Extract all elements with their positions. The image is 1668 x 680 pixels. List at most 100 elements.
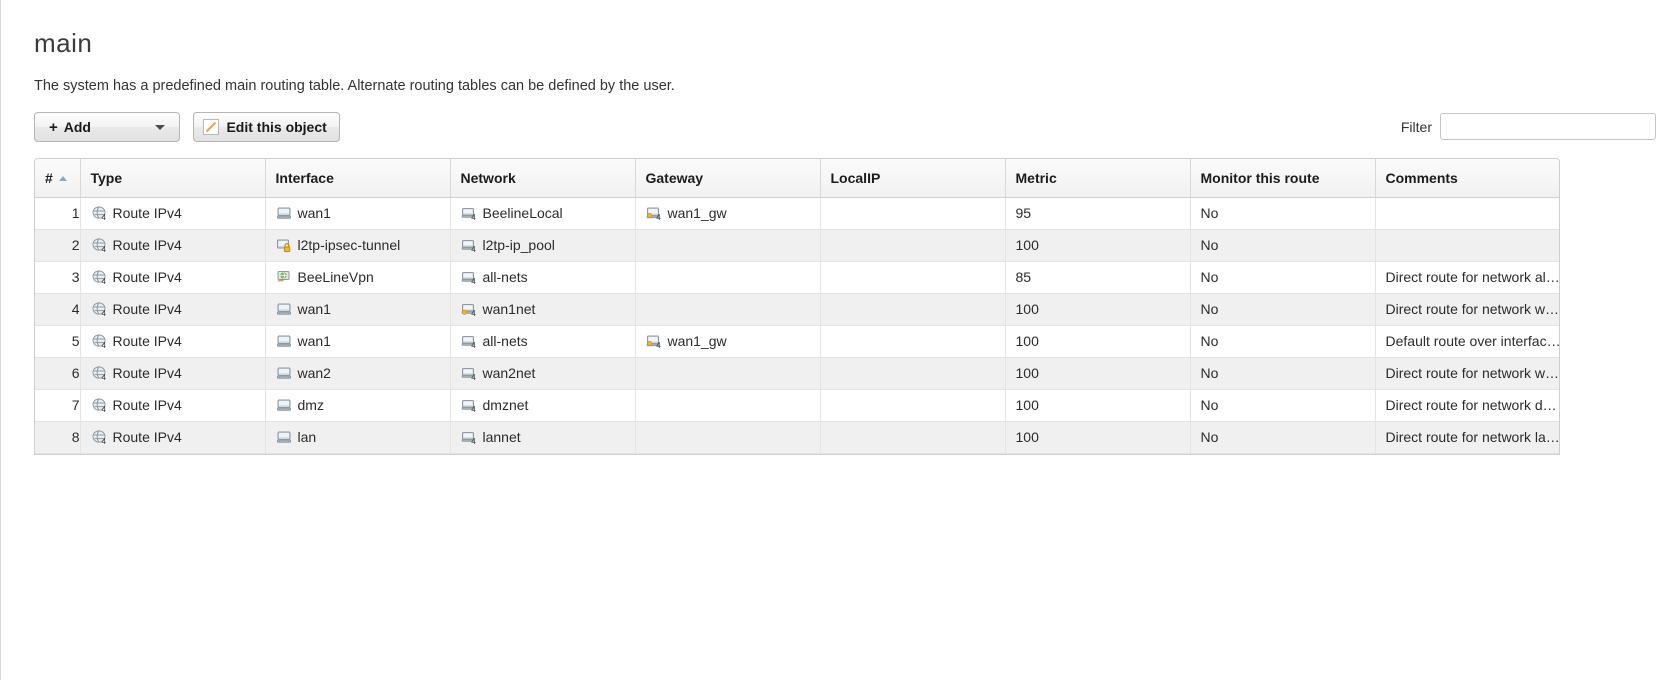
table-row[interactable]: 8 Route IPv4 lan lannet 100 No Direct route fo… (35, 421, 1559, 454)
cell-num: 6 (35, 357, 81, 390)
gateway-host-icon (646, 334, 663, 351)
cell-monitor: No (1190, 421, 1376, 454)
cell-metric-text: 100 (1015, 365, 1039, 381)
cell-network-text: dmznet (482, 397, 529, 413)
column-header-type[interactable]: Type (80, 159, 266, 198)
page-content: main The system has a predefined main ro… (34, 0, 1664, 455)
cell-type-text: Route IPv4 (112, 397, 182, 413)
cell-metric-text: 100 (1015, 397, 1039, 413)
table-row[interactable]: 2 Route IPv4 l2tp-ipsec-tunnel l2tp-ip_pool… (35, 229, 1559, 262)
column-header-localip[interactable]: LocalIP (820, 159, 1006, 198)
cell-comments: Direct route for network lannet… (1375, 421, 1559, 454)
cell-monitor: No (1190, 261, 1376, 294)
cell-monitor-text: No (1200, 237, 1219, 253)
cell-gateway (635, 229, 821, 262)
table-row[interactable]: 4 Route IPv4 wan1 wan1net 100 No Direct route … (35, 293, 1559, 326)
cell-interface-text: wan1 (297, 301, 331, 317)
cell-localip (820, 293, 1006, 326)
network-ipv4-icon (461, 430, 478, 447)
cell-metric: 85 (1005, 261, 1191, 294)
route-ipv4-icon (91, 398, 108, 415)
edit-this-object-button[interactable]: Edit this object (193, 112, 340, 142)
table-row[interactable]: 7 Route IPv4 dmz dmznet 100 No Direct route fo… (35, 389, 1559, 422)
cell-comments: Default route over interface wan1. (1375, 325, 1560, 358)
cell-metric-text: 100 (1015, 333, 1039, 349)
cell-type: Route IPv4 (80, 261, 266, 294)
column-header-num[interactable]: # (35, 159, 81, 198)
cell-gateway (635, 293, 821, 326)
page-description: The system has a predefined main routing… (34, 78, 675, 94)
cell-comments-text: Default route over interface wan1. (1385, 333, 1560, 349)
cell-type: Route IPv4 (80, 325, 266, 358)
cell-interface-text: wan1 (297, 333, 331, 349)
cell-metric-text: 100 (1015, 301, 1039, 317)
cell-interface: wan2 (265, 357, 451, 390)
cell-metric: 100 (1005, 421, 1191, 454)
cell-type-text: Route IPv4 (112, 333, 182, 349)
cell-monitor-text: No (1200, 429, 1219, 445)
gateway-host-icon (646, 206, 663, 223)
ethernet-interface-icon (276, 302, 293, 317)
column-header-num-label: # (45, 169, 53, 186)
network-ipv4-icon (461, 238, 478, 255)
cell-metric-text: 100 (1015, 237, 1039, 253)
chevron-down-icon[interactable] (155, 125, 165, 130)
column-header-comments[interactable]: Comments (1375, 159, 1559, 198)
cell-type: Route IPv4 (80, 357, 266, 390)
cell-interface-text: wan2 (297, 365, 331, 381)
cell-monitor-text: No (1200, 301, 1219, 317)
cell-network: all-nets (450, 325, 636, 358)
route-ipv4-icon (91, 270, 108, 287)
cell-metric: 95 (1005, 197, 1191, 230)
cell-comments: Direct route for network dmznet… (1375, 389, 1559, 422)
cell-metric: 100 (1005, 389, 1191, 422)
cell-monitor-text: No (1200, 269, 1219, 285)
network-ipv4-icon (461, 366, 478, 383)
cell-interface-text: dmz (297, 397, 324, 413)
cell-interface: lan (265, 421, 451, 454)
cell-interface: l2tp-ipsec-tunnel (265, 229, 451, 262)
cell-monitor: No (1190, 293, 1376, 326)
cell-network: BeelineLocal (450, 197, 636, 230)
cell-type: Route IPv4 (80, 197, 266, 230)
table-row[interactable]: 5 Route IPv4 wan1 all-nets wan1_gw 100 No Defau… (35, 325, 1560, 358)
cell-localip (820, 421, 1006, 454)
cell-type-text: Route IPv4 (112, 269, 182, 285)
cell-interface: wan1 (265, 197, 451, 230)
filter-label: Filter (1400, 118, 1432, 135)
cell-interface: wan1 (265, 325, 451, 358)
cell-type: Route IPv4 (80, 389, 266, 422)
cell-network: all-nets (450, 261, 636, 294)
page-title: main (34, 28, 93, 58)
cell-comments-text: Direct route for network all-nets… (1385, 269, 1560, 285)
cell-interface-text: l2tp-ipsec-tunnel (297, 237, 401, 253)
column-header-network[interactable]: Network (450, 159, 636, 198)
table-row[interactable]: 6 Route IPv4 wan2 wan2net 100 No Direct route … (35, 357, 1559, 390)
cell-num: 8 (35, 421, 81, 454)
cell-type-text: Route IPv4 (112, 237, 182, 253)
cell-monitor-text: No (1200, 365, 1219, 381)
ethernet-interface-icon (276, 334, 293, 349)
ethernet-interface-icon (276, 430, 293, 445)
cell-localip (820, 325, 1006, 358)
column-header-interface[interactable]: Interface (265, 159, 451, 198)
add-button[interactable]: + Add (34, 112, 180, 142)
cell-gateway (635, 357, 821, 390)
cell-monitor-text: No (1200, 397, 1219, 413)
cell-network: lannet (450, 421, 636, 454)
column-header-monitor[interactable]: Monitor this route (1190, 159, 1376, 198)
table-row[interactable]: 1 Route IPv4 wan1 BeelineLocal wan1_gw 95 No (35, 197, 1559, 230)
column-header-gateway[interactable]: Gateway (635, 159, 821, 198)
filter-input[interactable] (1440, 113, 1656, 140)
vpn-tunnel-icon (276, 270, 293, 285)
cell-num: 2 (35, 229, 81, 262)
column-header-metric[interactable]: Metric (1005, 159, 1191, 198)
cell-monitor-text: No (1200, 333, 1219, 349)
cell-monitor: No (1190, 357, 1376, 390)
cell-type: Route IPv4 (80, 421, 266, 454)
cell-network-text: wan2net (482, 365, 536, 381)
ethernet-interface-icon (276, 206, 293, 221)
ethernet-interface-icon (276, 398, 293, 413)
table-row[interactable]: 3 Route IPv4 BeeLineVpn all-nets 85 No Direct … (35, 261, 1560, 294)
cell-interface-text: lan (297, 429, 317, 445)
